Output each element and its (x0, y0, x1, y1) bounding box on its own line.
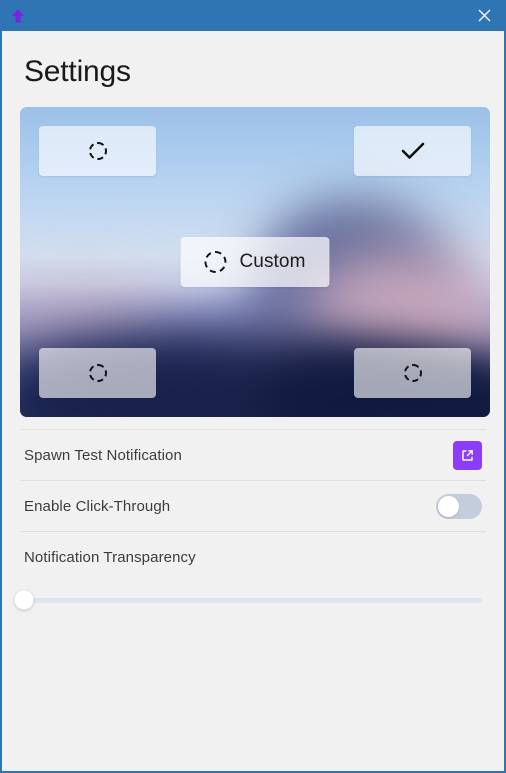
title-bar (0, 0, 506, 31)
toggle-knob (438, 495, 459, 517)
position-option-top-left[interactable] (39, 126, 156, 176)
slider-thumb[interactable] (14, 590, 34, 610)
external-link-icon (462, 449, 473, 461)
position-option-top-right[interactable] (354, 126, 471, 176)
settings-content: Settings Custom Spawn Test Notification … (2, 31, 504, 771)
slider-track[interactable] (14, 590, 482, 610)
row-spawn-test-notification: Spawn Test Notification (20, 429, 486, 480)
row-label: Notification Transparency (24, 548, 196, 566)
position-option-bottom-left[interactable] (39, 348, 156, 398)
row-label: Spawn Test Notification (24, 446, 182, 464)
row-label: Enable Click-Through (24, 497, 171, 515)
spawn-test-notification-button[interactable] (453, 440, 482, 470)
row-notification-transparency: Notification Transparency (20, 531, 486, 582)
dashed-circle-icon (88, 142, 107, 160)
dashed-circle-icon (204, 251, 227, 273)
notification-position-picker: Custom (20, 107, 490, 417)
settings-rows: Spawn Test Notification Enable Click-Thr… (14, 429, 486, 618)
position-option-bottom-right[interactable] (354, 348, 471, 398)
page-title: Settings (24, 55, 131, 88)
dashed-circle-icon (88, 364, 107, 382)
up-arrow-icon (8, 6, 28, 26)
custom-label: Custom (239, 251, 306, 272)
settings-window: Settings Custom Spawn Test Notification … (0, 0, 506, 773)
dashed-circle-icon (403, 364, 422, 382)
enable-click-through-toggle[interactable] (436, 493, 482, 519)
position-option-custom[interactable]: Custom (180, 237, 330, 287)
check-icon (401, 142, 424, 159)
row-enable-click-through: Enable Click-Through (20, 480, 486, 531)
close-icon[interactable] (462, 0, 506, 31)
notification-transparency-slider[interactable] (14, 582, 486, 618)
